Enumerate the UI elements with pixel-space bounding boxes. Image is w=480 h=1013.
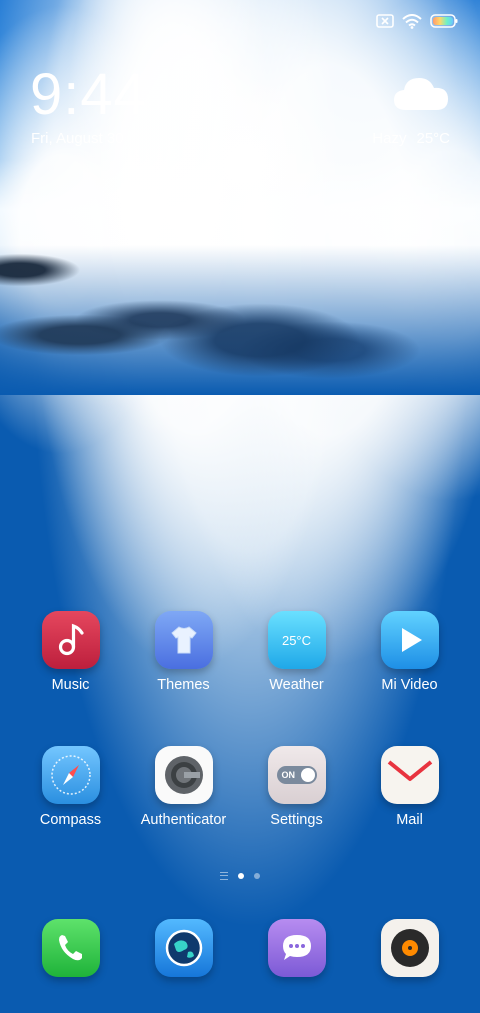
app-mail[interactable]: Mail	[353, 746, 466, 828]
page-list-icon[interactable]	[220, 872, 228, 880]
music-player-icon	[380, 919, 439, 977]
page-indicator	[0, 872, 480, 880]
app-mi-video[interactable]: Mi Video	[353, 611, 466, 693]
phone-icon	[41, 919, 100, 977]
clock-date[interactable]: Fri, August 30	[31, 130, 124, 147]
dock-messages[interactable]	[240, 919, 353, 977]
settings-toggle-text: ON	[281, 770, 296, 780]
app-compass[interactable]: Compass	[14, 746, 127, 828]
app-authenticator[interactable]: Authenticator	[127, 746, 240, 828]
app-label: Mi Video	[381, 677, 438, 693]
cloud-icon	[392, 74, 450, 114]
app-label: Authenticator	[140, 812, 227, 828]
weather-widget[interactable]: Hazy 25°C	[330, 74, 450, 154]
dock-music-player[interactable]	[353, 919, 466, 977]
weather-icon: 25°C	[267, 611, 326, 669]
weather-icon-text: 25°C	[281, 632, 312, 648]
app-label: Themes	[157, 677, 210, 693]
weather-summary: Hazy 25°C	[362, 130, 450, 147]
page-dot-2[interactable]	[254, 873, 260, 879]
dock-phone[interactable]	[14, 919, 127, 977]
app-weather[interactable]: 25°C Weather	[240, 611, 353, 693]
music-icon	[41, 611, 100, 669]
dock-browser[interactable]	[127, 919, 240, 977]
app-label: Mail	[396, 812, 423, 828]
app-label: Music	[51, 677, 90, 693]
app-music[interactable]: Music	[14, 611, 127, 693]
themes-icon	[154, 611, 213, 669]
page-dot-1[interactable]	[238, 873, 244, 879]
weather-condition: Hazy	[372, 130, 407, 147]
status-bar	[376, 12, 458, 30]
mail-icon	[380, 746, 439, 804]
clock-time[interactable]: 9:44	[30, 66, 147, 124]
app-label: Weather	[269, 677, 324, 693]
wallpaper-mountains	[0, 245, 480, 395]
wifi-icon	[402, 13, 422, 29]
mi-video-icon	[380, 611, 439, 669]
messages-icon	[267, 919, 326, 977]
settings-icon: ON	[267, 746, 326, 804]
app-label: Compass	[39, 812, 102, 828]
app-settings[interactable]: ON Settings	[240, 746, 353, 828]
authenticator-icon	[154, 746, 213, 804]
sim-x-icon	[376, 14, 394, 28]
app-themes[interactable]: Themes	[127, 611, 240, 693]
battery-icon	[430, 14, 458, 28]
settings-toggle: ON	[276, 766, 317, 784]
weather-temperature: 25°C	[416, 130, 450, 147]
compass-icon	[41, 746, 100, 804]
browser-icon	[154, 919, 213, 977]
app-label: Settings	[270, 812, 323, 828]
